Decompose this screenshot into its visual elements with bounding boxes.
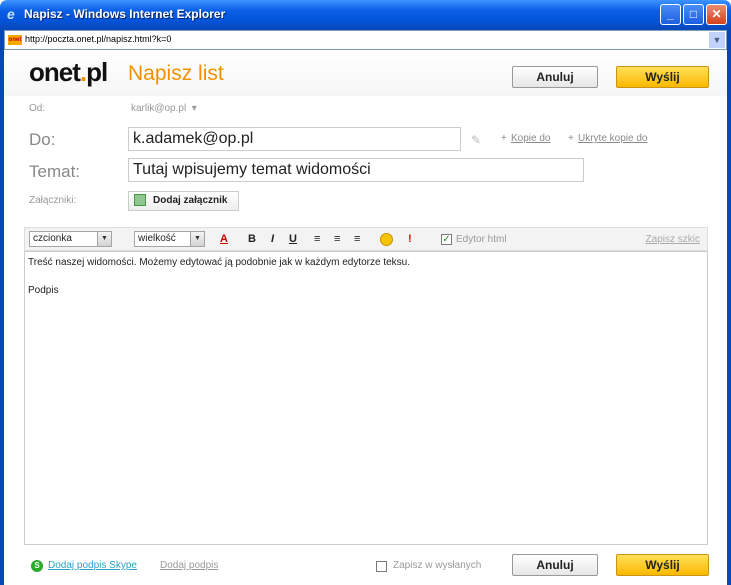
send-button-bottom[interactable]: Wyślij xyxy=(616,554,709,576)
add-signature-link[interactable]: Dodaj podpis xyxy=(160,560,218,571)
to-label: Do: xyxy=(29,130,56,149)
cancel-button-bottom[interactable]: Anuluj xyxy=(512,554,598,576)
editor-toolbar: czcionka ▼ wielkość ▼ A B I U ≡ ≡ ≡ ! ✓ Ed… xyxy=(24,227,708,251)
chevron-down-icon: ▼ xyxy=(97,232,111,246)
to-field[interactable]: k.adamek@op.pl xyxy=(128,127,461,151)
page-title: Napisz list xyxy=(128,62,224,85)
compose-form: Od: karlik@op.pl ▾ Do: k.adamek@op.pl ✎ … xyxy=(4,96,727,221)
cc-plus: + xyxy=(501,133,507,144)
window-frame-right xyxy=(727,30,731,585)
cc-link[interactable]: Kopie do xyxy=(511,133,550,144)
font-select[interactable]: czcionka ▼ xyxy=(29,231,112,247)
address-bar[interactable]: onet http://poczta.onet.pl/napisz.html?k… xyxy=(4,30,727,50)
size-select[interactable]: wielkość ▼ xyxy=(134,231,205,247)
text-color-button[interactable]: A xyxy=(220,232,228,246)
bcc-link[interactable]: Ukryte kopie do xyxy=(578,133,647,144)
send-button[interactable]: Wyślij xyxy=(616,66,709,88)
compose-header: onet.pl Napisz list Anuluj Wyślij xyxy=(4,50,727,97)
cancel-button[interactable]: Anuluj xyxy=(512,66,598,88)
internet-explorer-icon: e xyxy=(7,6,15,22)
important-button[interactable]: ! xyxy=(408,232,412,246)
bold-button[interactable]: B xyxy=(248,232,256,246)
align-left-icon[interactable]: ≡ xyxy=(314,232,320,246)
skype-icon: S xyxy=(31,560,43,572)
maximize-button[interactable]: □ xyxy=(683,4,704,25)
from-select[interactable]: karlik@op.pl ▾ xyxy=(131,103,197,114)
subject-label: Temat: xyxy=(29,162,81,181)
bcc-plus: + xyxy=(568,133,574,144)
add-attachment-button[interactable]: Dodaj załącznik xyxy=(128,191,239,211)
close-button[interactable]: ✕ xyxy=(706,4,727,25)
html-editor-checkbox[interactable]: ✓ xyxy=(441,234,452,245)
add-skype-signature-link[interactable]: Dodaj podpis Skype xyxy=(48,560,137,571)
window-title: Napisz - Windows Internet Explorer xyxy=(24,7,226,21)
compose-footer: S Dodaj podpis Skype Dodaj podpis Zapisz… xyxy=(4,548,727,585)
save-draft-link[interactable]: Zapisz szkic xyxy=(646,234,700,245)
onet-favicon-icon: onet xyxy=(8,35,22,45)
underline-button[interactable]: U xyxy=(289,232,297,246)
html-editor-label: Edytor html xyxy=(456,234,507,245)
body-text: Treść naszej widomości. Możemy edytować … xyxy=(28,257,411,268)
chevron-down-icon: ▼ xyxy=(190,232,204,246)
align-center-icon[interactable]: ≡ xyxy=(334,232,340,246)
italic-button[interactable]: I xyxy=(271,232,274,246)
attachments-label: Załączniki: xyxy=(29,195,77,206)
message-body-editor[interactable]: Treść naszej widomości. Możemy edytować … xyxy=(24,251,708,545)
align-right-icon[interactable]: ≡ xyxy=(354,232,360,246)
address-url: http://poczta.onet.pl/napisz.html?k=0 xyxy=(25,34,172,44)
body-signature: Podpis xyxy=(28,285,59,296)
contacts-icon[interactable]: ✎ xyxy=(471,133,481,147)
address-dropdown-icon[interactable]: ▼ xyxy=(709,32,725,48)
from-label: Od: xyxy=(29,103,46,114)
save-sent-label: Zapisz w wysłanych xyxy=(393,560,482,571)
window-titlebar: e Napisz - Windows Internet Explorer _ □… xyxy=(0,0,731,30)
save-sent-checkbox[interactable] xyxy=(376,561,387,572)
subject-field[interactable]: Tutaj wpisujemy temat widomości xyxy=(128,158,584,182)
emoticon-icon[interactable] xyxy=(380,233,393,246)
minimize-button[interactable]: _ xyxy=(660,4,681,25)
attachment-icon xyxy=(134,194,146,206)
onet-logo: onet.pl xyxy=(29,57,108,87)
